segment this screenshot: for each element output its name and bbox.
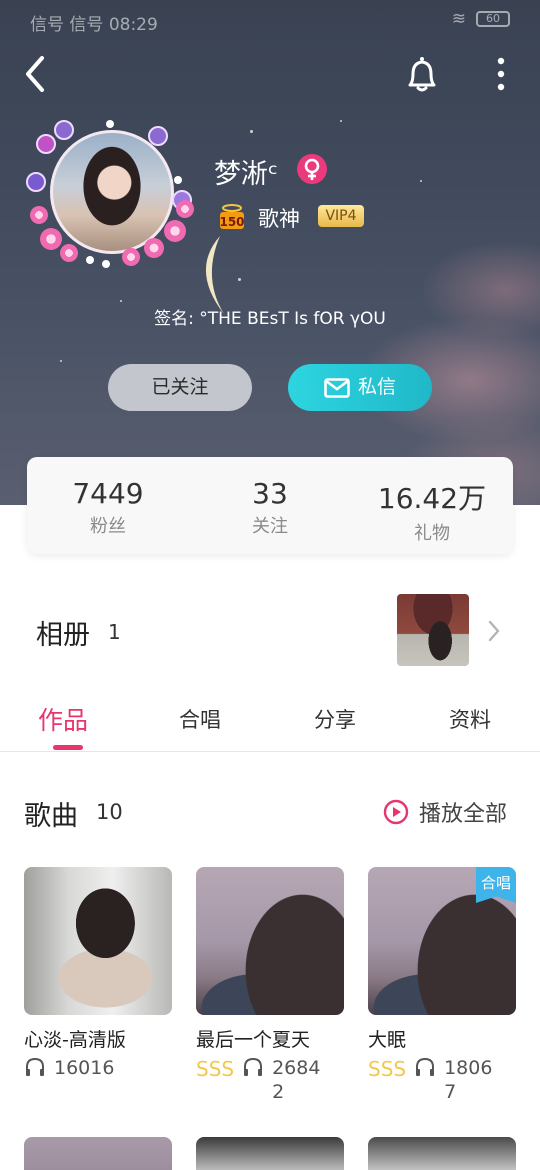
chevron-right-icon[interactable] — [486, 618, 502, 644]
duet-tag: 合唱 — [476, 867, 516, 903]
flower-decoration-icon — [164, 220, 186, 242]
song-card[interactable]: 心淡-高清版 16016 — [24, 867, 172, 1080]
stat-label: 粉丝 — [90, 516, 126, 537]
headphones-icon — [244, 1057, 263, 1076]
stat-gifts[interactable]: 16.42万 礼物 — [351, 457, 513, 554]
songs-count: 10 — [96, 800, 123, 824]
flower-decoration-icon — [30, 206, 48, 224]
song-cover — [196, 867, 344, 1015]
profile-page: 信号 信号 08:29 ≋ 60 梦淅ᶜ 150 歌神 VIP4 签名: °TH… — [0, 0, 540, 1170]
song-meta: SSS 18067 — [368, 1056, 516, 1104]
song-name: 心淡-高清版 — [24, 1029, 126, 1051]
notification-button[interactable] — [400, 52, 444, 96]
song-play-count: 26842 — [272, 1057, 321, 1103]
level-badge-icon[interactable]: 150 — [216, 200, 248, 232]
play-all-label: 播放全部 — [419, 802, 508, 827]
song-meta: 16016 — [24, 1056, 172, 1080]
songs-section-title: 歌曲 — [24, 801, 78, 832]
heart-decoration-icon — [54, 120, 74, 140]
flower-decoration-icon — [122, 248, 140, 266]
followed-button[interactable]: 已关注 — [108, 364, 252, 411]
status-signal: 信号 信号 08:29 — [30, 15, 158, 35]
flower-decoration-icon — [144, 238, 164, 258]
song-cover: 合唱 — [368, 867, 516, 1015]
tab-shares[interactable]: 分享 — [314, 704, 356, 734]
song-cover-partial[interactable] — [368, 1137, 516, 1170]
song-card[interactable]: 最后一个夏天 SSS 26842 — [196, 867, 344, 1104]
back-button[interactable] — [18, 52, 58, 96]
active-tab-indicator — [53, 745, 83, 750]
album-thumbnail[interactable] — [397, 594, 469, 666]
flower-decoration-icon — [60, 244, 78, 262]
pearl-decoration — [174, 176, 182, 184]
album-title[interactable]: 相册 — [36, 613, 90, 652]
stat-value: 33 — [252, 477, 288, 510]
headphones-icon — [26, 1057, 44, 1076]
song-rating: SSS — [368, 1057, 407, 1081]
pearl-decoration — [86, 256, 94, 264]
more-vertical-icon — [497, 57, 505, 91]
stat-label: 关注 — [252, 516, 288, 537]
mail-icon — [324, 377, 350, 398]
play-circle-icon — [383, 799, 409, 825]
signature-text: 签名: °THE BEsT Is fOR γOU — [154, 309, 386, 329]
private-message-button[interactable]: 私信 — [288, 364, 432, 411]
heart-decoration-icon — [36, 134, 56, 154]
nickname: 梦淅ᶜ — [214, 159, 278, 190]
tab-profile-info[interactable]: 资料 — [449, 704, 491, 734]
wifi-icon: ≋ — [451, 9, 466, 29]
album-count: 1 — [108, 620, 121, 644]
song-cover — [24, 867, 172, 1015]
battery-icon: 60 — [476, 11, 510, 27]
chevron-left-icon — [26, 56, 44, 92]
flower-decoration-icon — [176, 200, 194, 218]
stat-label: 礼物 — [414, 523, 450, 544]
tab-works[interactable]: 作品 — [38, 701, 88, 737]
headphones-icon — [416, 1057, 435, 1076]
avatar — [50, 130, 174, 254]
flower-decoration-icon — [40, 228, 62, 250]
female-gender-icon — [297, 154, 327, 184]
private-message-label: 私信 — [357, 376, 396, 398]
song-meta: SSS 26842 — [196, 1056, 344, 1104]
status-bar: 信号 信号 08:29 ≋ 60 — [0, 0, 540, 42]
vip-badge[interactable]: VIP4 — [318, 205, 364, 227]
song-rating: SSS — [196, 1057, 235, 1081]
pearl-decoration — [102, 260, 110, 268]
tab-duets[interactable]: 合唱 — [179, 704, 221, 734]
play-all-button[interactable]: 播放全部 — [383, 796, 507, 828]
stat-value: 16.42万 — [377, 482, 487, 515]
song-cover-partial[interactable] — [196, 1137, 344, 1170]
stats-card: 7449 粉丝 33 关注 16.42万 礼物 — [27, 457, 513, 554]
bell-icon — [408, 57, 436, 92]
song-cover-partial[interactable] — [24, 1137, 172, 1170]
pearl-decoration — [106, 120, 114, 128]
profile-tabs: 作品 合唱 分享 资料 — [0, 690, 540, 752]
song-play-count: 18067 — [444, 1057, 493, 1103]
heart-decoration-icon — [148, 126, 168, 146]
heart-decoration-icon — [26, 172, 46, 192]
singer-title: 歌神 — [258, 207, 300, 231]
song-name: 最后一个夏天 — [196, 1029, 311, 1051]
level-badge-text: 150 — [219, 215, 244, 229]
stat-value: 7449 — [72, 477, 144, 510]
avatar-frame[interactable] — [26, 116, 196, 280]
song-play-count: 16016 — [54, 1057, 115, 1079]
more-options-button[interactable] — [486, 52, 516, 96]
stat-fans[interactable]: 7449 粉丝 — [27, 457, 189, 554]
song-card[interactable]: 合唱 大眠 SSS 18067 — [368, 867, 516, 1104]
song-name: 大眠 — [368, 1029, 407, 1051]
stat-following[interactable]: 33 关注 — [189, 457, 351, 554]
